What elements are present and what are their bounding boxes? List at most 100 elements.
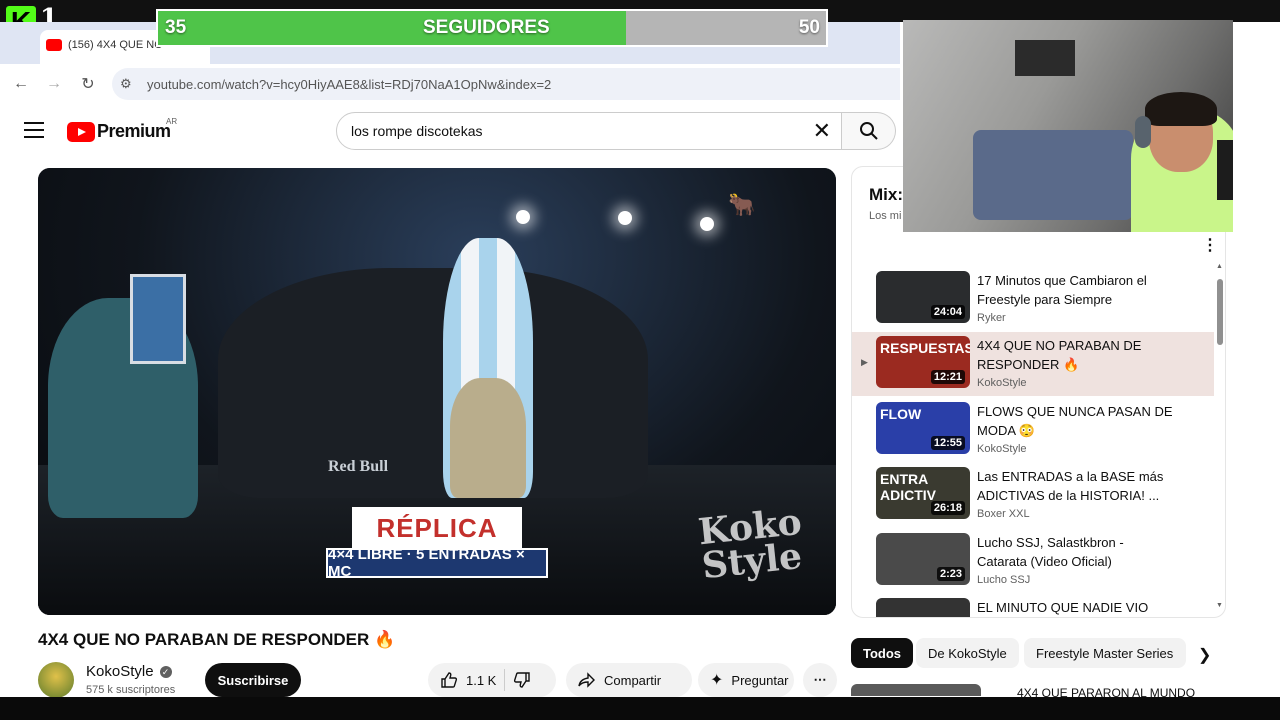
playlist-item-channel: KokoStyle [977,377,1027,389]
stage-light [618,211,632,225]
duration-badge: 24:04 [930,305,965,319]
playlist-item-channel: Lucho SSJ [977,574,1031,586]
streamer-hair [1145,92,1217,126]
ask-label: Preguntar [731,672,789,688]
duration-badge: 12:21 [930,370,965,384]
playlist-item[interactable]: ENTRA ADICTIV 26:18 Las ENTRADAS a la BASE… [852,463,1214,527]
duration-badge: 2:23 [936,567,965,581]
stream-bottom-bar [0,697,1280,720]
thumbs-down-icon[interactable] [513,671,531,689]
channel-avatar[interactable] [38,662,74,698]
stage-light [700,217,714,231]
playlist-scrollbar[interactable]: ▲ ▼ [1216,263,1223,609]
browser-toolbar: ← → ↻ ⚙ youtube.com/watch?v=hcy0HiyAAE8&… [0,64,900,104]
scroll-down-icon[interactable]: ▼ [1216,602,1223,609]
duration-badge: 12:55 [930,436,965,450]
clear-search-icon[interactable]: ✕ [813,118,831,144]
follower-goal-label: SEGUIDORES [423,17,550,38]
playlist-item-title[interactable]: Lucho SSJ, Salastkbron - Catarata (Video… [977,533,1177,571]
like-button[interactable]: 1.1 K [440,671,496,689]
video-thumbnail[interactable]: ENTRA ADICTIV 26:18 [876,467,970,519]
thumbnail-text: FLOW [880,406,922,422]
back-arrow-icon[interactable]: ← [9,72,33,96]
crowd [218,268,648,498]
lower-third-title: RÉPLICA [352,507,522,549]
mix-subtitle: Los mi [869,210,902,222]
follower-goal-target: 50 [798,17,820,38]
lower-third-subtitle: 4×4 LIBRE · 5 ENTRADAS × MC [326,546,548,580]
watermark-line: Style [699,534,804,588]
headphones-icon [1135,116,1151,148]
mix-title: Mix: [869,185,903,204]
video-thumbnail[interactable]: 2:23 [876,533,970,585]
channel-name[interactable]: KokoStyle [86,663,154,680]
video-thumbnail[interactable]: RESPUESTAS 12:21 [876,336,970,388]
like-dislike-group: 1.1 K [428,663,556,697]
playlist-item-title[interactable]: FLOWS QUE NUNCA PASAN DE MODA 😳 [977,402,1177,440]
filter-chip[interactable]: De KokoStyle [916,638,1019,668]
filter-chip[interactable]: Freestyle Master Series [1024,638,1186,668]
playlist-item-channel: Boxer XXL [977,508,1030,520]
playlist-item[interactable]: 2:23 Lucho SSJ, Salastkbron - Catarata (V… [852,529,1214,593]
ask-button[interactable]: ✦ Preguntar [698,663,794,697]
forward-arrow-icon[interactable]: → [42,72,66,96]
like-count: 1.1 K [466,672,497,688]
video-thumbnail[interactable]: 24:04 [876,271,970,323]
verified-icon: ✓ [159,666,172,678]
share-button[interactable]: Compartir [566,663,692,697]
video-thumbnail[interactable] [876,598,970,617]
site-settings-icon[interactable]: ⚙ [120,76,132,92]
follower-goal-current: 35 [165,17,187,38]
wall-tv [1015,40,1075,76]
search-input[interactable]: los rompe discotekas ✕ [336,112,842,150]
channel-name-row[interactable]: KokoStyle ✓ [86,663,172,680]
playlist-item[interactable]: ▶ RESPUESTAS 12:21 4X4 QUE NO PARABAN DE RE… [852,332,1214,396]
sparkle-icon: ✦ [710,672,724,689]
search-icon [859,122,878,140]
scroll-thumb[interactable] [1217,279,1223,345]
video-thumbnail[interactable]: FLOW 12:55 [876,402,970,454]
playlist-item-channel: Ryker [977,312,1006,324]
playlist-menu-icon[interactable]: ⋮ [1202,235,1218,255]
red-bull-logo-icon: 🐂 [728,192,756,217]
share-icon [578,672,595,688]
subscriber-count: 575 k suscriptores [86,684,176,696]
playlist-item[interactable]: 24:04 17 Minutos que Cambiaron el Freesty… [852,267,1214,331]
follower-goal-fill [158,11,626,45]
search-value: los rompe discotekas [351,123,483,139]
video-title: 4X4 QUE NO PARABAN DE RESPONDER 🔥 [38,630,396,649]
thumbnail-text: ENTRA ADICTIV [880,471,936,503]
monitor [130,274,186,364]
webcam-overlay [903,20,1233,232]
menu-icon[interactable] [24,122,44,138]
stage-light [516,210,530,224]
filter-chip[interactable]: Todos [851,638,914,668]
playlist-item[interactable]: FLOW 12:55 FLOWS QUE NUNCA PASAN DE MODA 😳… [852,398,1214,462]
scroll-up-icon[interactable]: ▲ [1216,263,1223,270]
youtube-logo-icon[interactable] [67,122,95,142]
next-video-thumbnail[interactable] [851,684,981,696]
channel-watermark: Koko Style [696,501,807,588]
url-text: youtube.com/watch?v=hcy0HiyAAE8&list=RDj… [147,77,552,92]
screen: K 1 (156) 4X4 QUE NO 35 SEGUIDORES 50 ← … [0,0,1280,720]
search-button[interactable] [842,112,896,150]
playlist-item-title[interactable]: 4X4 QUE NO PARABAN DE RESPONDER 🔥 [977,336,1177,374]
chevron-right-icon[interactable]: ❯ [1198,645,1211,665]
divider [504,669,506,691]
address-bar[interactable]: ⚙ youtube.com/watch?v=hcy0HiyAAE8&list=R… [112,68,900,100]
youtube-favicon-icon [46,39,62,51]
region-code: AR [166,117,178,126]
duration-badge: 26:18 [930,501,965,515]
playlist-item-title[interactable]: EL MINUTO QUE NADIE VIO [977,598,1177,617]
thumbnail-text: RESPUESTAS [880,340,970,356]
playlist-item-title[interactable]: Las ENTRADAS a la BASE más ADICTIVAS de … [977,467,1177,505]
more-actions-icon[interactable]: ⋯ [803,663,837,697]
playlist-item[interactable]: EL MINUTO QUE NADIE VIO [852,594,1214,617]
reload-icon[interactable]: ↻ [76,72,100,96]
now-playing-icon: ▶ [861,357,868,367]
microphone-icon [1217,140,1233,200]
youtube-brand[interactable]: Premium [97,121,171,142]
video-player[interactable]: Red Bull 🐂 RÉPLICA 4×4 LIBRE · 5 ENTRADA… [38,168,836,615]
playlist-item-title[interactable]: 17 Minutos que Cambiaron el Freestyle pa… [977,271,1177,309]
subscribe-button[interactable]: Suscribirse [205,663,301,697]
